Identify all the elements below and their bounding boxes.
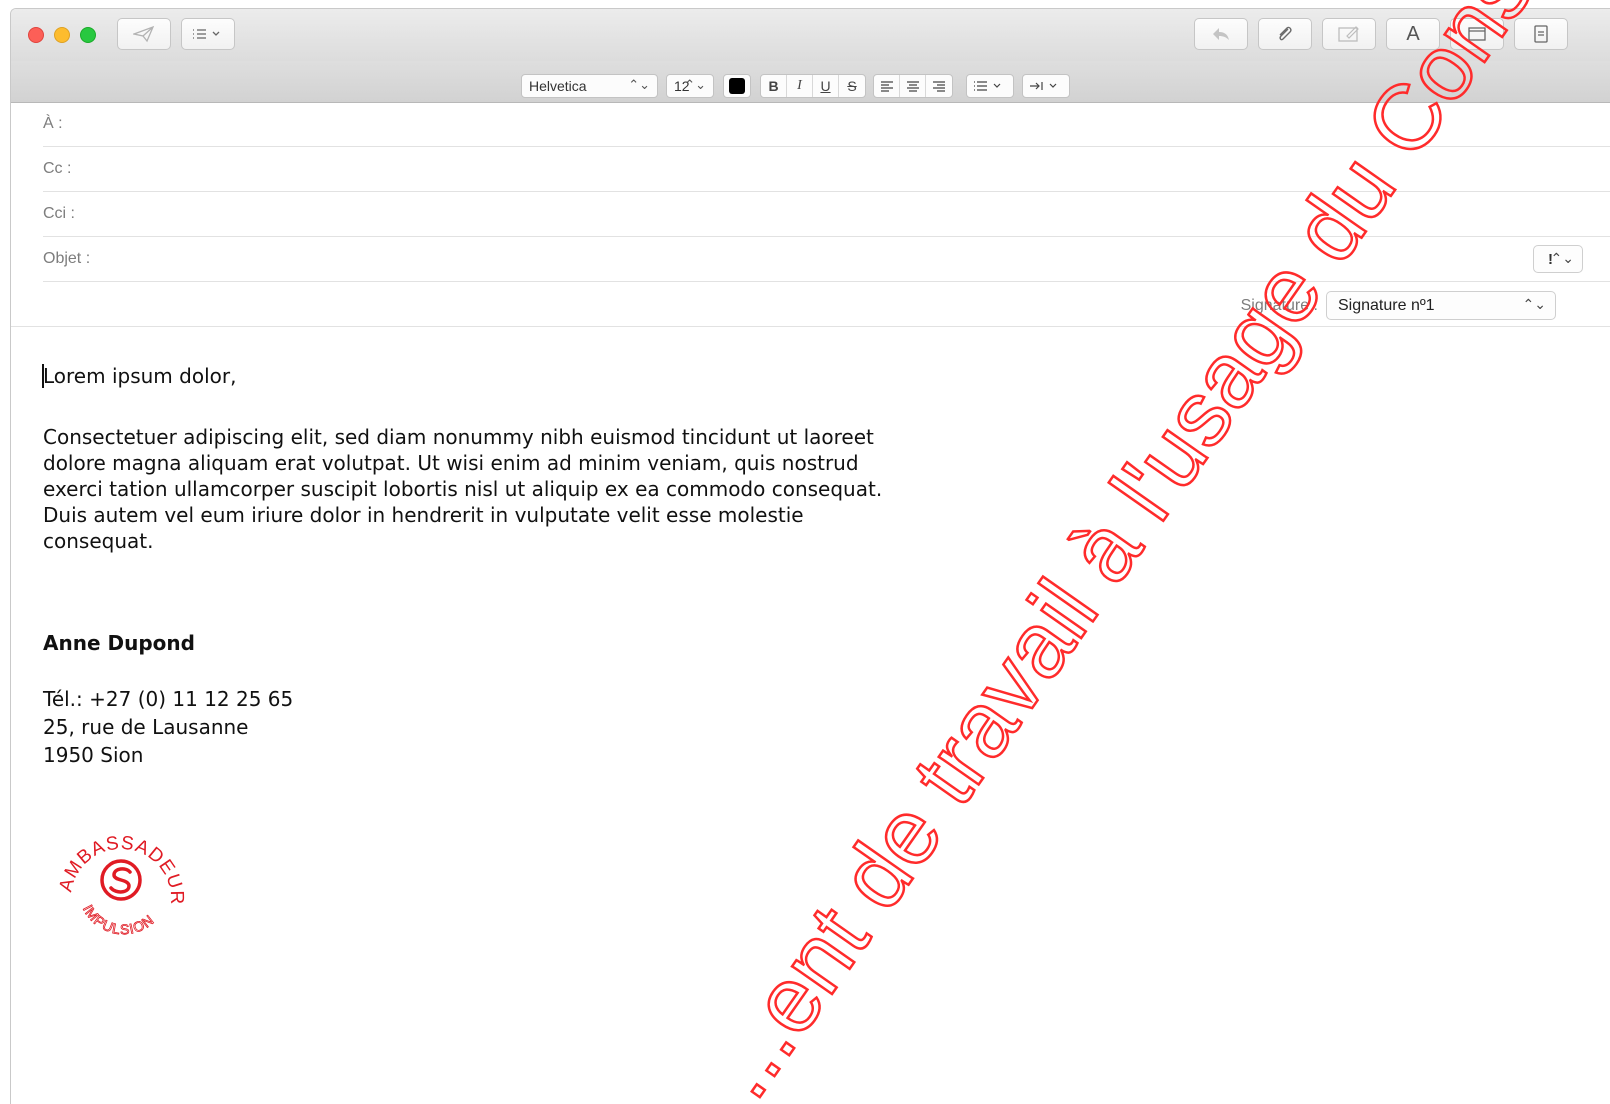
close-window-button[interactable] bbox=[28, 27, 44, 43]
align-right-button[interactable] bbox=[926, 75, 952, 97]
mail-compose-window: A Helvetica ⌃⌄ 12 ⌃⌄ B I U S À: Cc: Cc… bbox=[10, 8, 1610, 1104]
priority-select[interactable]: ! ⌃⌄ bbox=[1533, 245, 1583, 273]
to-field[interactable]: À : bbox=[43, 102, 1610, 147]
align-left-icon bbox=[880, 81, 893, 92]
greeting: Lorem ipsum dolor, bbox=[43, 364, 237, 388]
paragraph-line: exerci tation ullamcorper suscipit lobor… bbox=[43, 477, 883, 501]
send-button[interactable] bbox=[117, 18, 171, 50]
title-bar: A bbox=[11, 9, 1610, 61]
font-size-select[interactable]: 12 ⌃⌄ bbox=[666, 74, 714, 98]
underline-icon: U bbox=[820, 78, 831, 94]
paragraph-line: Duis autem vel eum iriure dolor in hendr… bbox=[43, 503, 804, 527]
signature-value: Signature nº1 bbox=[1338, 296, 1435, 314]
italic-button[interactable]: I bbox=[787, 75, 813, 97]
signature-phone: Tél.: +27 (0) 11 12 25 65 bbox=[43, 687, 294, 711]
bold-button[interactable]: B bbox=[761, 75, 787, 97]
align-center-button[interactable] bbox=[900, 75, 926, 97]
strikethrough-button[interactable]: S bbox=[839, 75, 865, 97]
up-down-chevron-icon: ⌃⌄ bbox=[1550, 250, 1574, 266]
logo-bottom-text: IMPULSION bbox=[80, 902, 157, 938]
indent-button[interactable] bbox=[1022, 74, 1070, 98]
align-right-icon bbox=[933, 81, 945, 92]
to-label: À : bbox=[43, 115, 63, 132]
list-style-button[interactable] bbox=[966, 74, 1014, 98]
font-family-value: Helvetica bbox=[529, 78, 587, 94]
zoom-window-button[interactable] bbox=[80, 27, 96, 43]
format-icon: A bbox=[1406, 22, 1420, 45]
header-fields-icon bbox=[193, 29, 220, 39]
font-family-select[interactable]: Helvetica ⌃⌄ bbox=[521, 74, 658, 98]
strikethrough-icon: S bbox=[847, 78, 857, 94]
format-bar: Helvetica ⌃⌄ 12 ⌃⌄ B I U S bbox=[11, 61, 1610, 103]
minimize-window-button[interactable] bbox=[54, 27, 70, 43]
up-down-chevron-icon: ⌃⌄ bbox=[1522, 296, 1546, 312]
indent-icon bbox=[1030, 82, 1057, 90]
browser-icon bbox=[1468, 27, 1486, 41]
header-fields-button[interactable] bbox=[181, 18, 235, 50]
markup-icon bbox=[1338, 26, 1359, 42]
impulsion-s-icon bbox=[100, 859, 142, 901]
color-swatch-icon bbox=[729, 78, 745, 94]
bcc-field[interactable]: Cci : bbox=[43, 192, 1610, 237]
format-button[interactable]: A bbox=[1386, 18, 1440, 50]
signature-street: 25, rue de Lausanne bbox=[43, 715, 249, 739]
underline-button[interactable]: U bbox=[813, 75, 839, 97]
header-separator bbox=[11, 326, 1610, 327]
attach-button[interactable] bbox=[1258, 18, 1312, 50]
signature-name: Anne Dupond bbox=[43, 631, 195, 655]
bcc-label: Cci : bbox=[43, 205, 75, 222]
svg-text:IMPULSION: IMPULSION bbox=[80, 902, 157, 937]
markup-button[interactable] bbox=[1322, 18, 1376, 50]
reply-button[interactable] bbox=[1194, 18, 1248, 50]
reply-icon bbox=[1213, 28, 1229, 40]
paragraph-line: consequat. bbox=[43, 529, 154, 553]
subject-field[interactable]: Objet : ! ⌃⌄ bbox=[43, 237, 1610, 282]
ambassadeur-impulsion-logo: AMBASSADEUR IMPULSION bbox=[55, 833, 186, 938]
up-down-chevron-icon: ⌃⌄ bbox=[684, 77, 706, 92]
photo-browser-icon bbox=[1534, 25, 1548, 43]
cc-field[interactable]: Cc : bbox=[43, 147, 1610, 192]
text-style-group: B I U S bbox=[760, 74, 866, 98]
body-paragraph: Consectetuer adipiscing elit, sed diam n… bbox=[43, 424, 1003, 554]
alignment-group bbox=[873, 74, 953, 98]
photo-browser-button[interactable] bbox=[1514, 18, 1568, 50]
browser-button[interactable] bbox=[1450, 18, 1504, 50]
attachment-icon bbox=[1279, 26, 1292, 41]
paragraph-line: Consectetuer adipiscing elit, sed diam n… bbox=[43, 425, 874, 449]
list-icon bbox=[974, 81, 1001, 91]
text-color-button[interactable] bbox=[723, 74, 751, 98]
signature-label: Signature : bbox=[1240, 297, 1318, 314]
bold-icon: B bbox=[768, 78, 779, 94]
italic-icon: I bbox=[797, 78, 802, 93]
subject-label: Objet : bbox=[43, 250, 91, 267]
up-down-chevron-icon: ⌃⌄ bbox=[628, 77, 650, 92]
cc-label: Cc : bbox=[43, 160, 72, 177]
signature-select[interactable]: Signature nº1 ⌃⌄ bbox=[1326, 291, 1556, 320]
send-icon bbox=[133, 25, 155, 43]
signature-city: 1950 Sion bbox=[43, 743, 144, 767]
paragraph-line: dolore magna aliquam erat volutpat. Ut w… bbox=[43, 451, 859, 475]
align-center-icon bbox=[906, 81, 919, 92]
signature-details: Tél.: +27 (0) 11 12 25 65 25, rue de Lau… bbox=[43, 685, 293, 769]
align-left-button[interactable] bbox=[874, 75, 900, 97]
